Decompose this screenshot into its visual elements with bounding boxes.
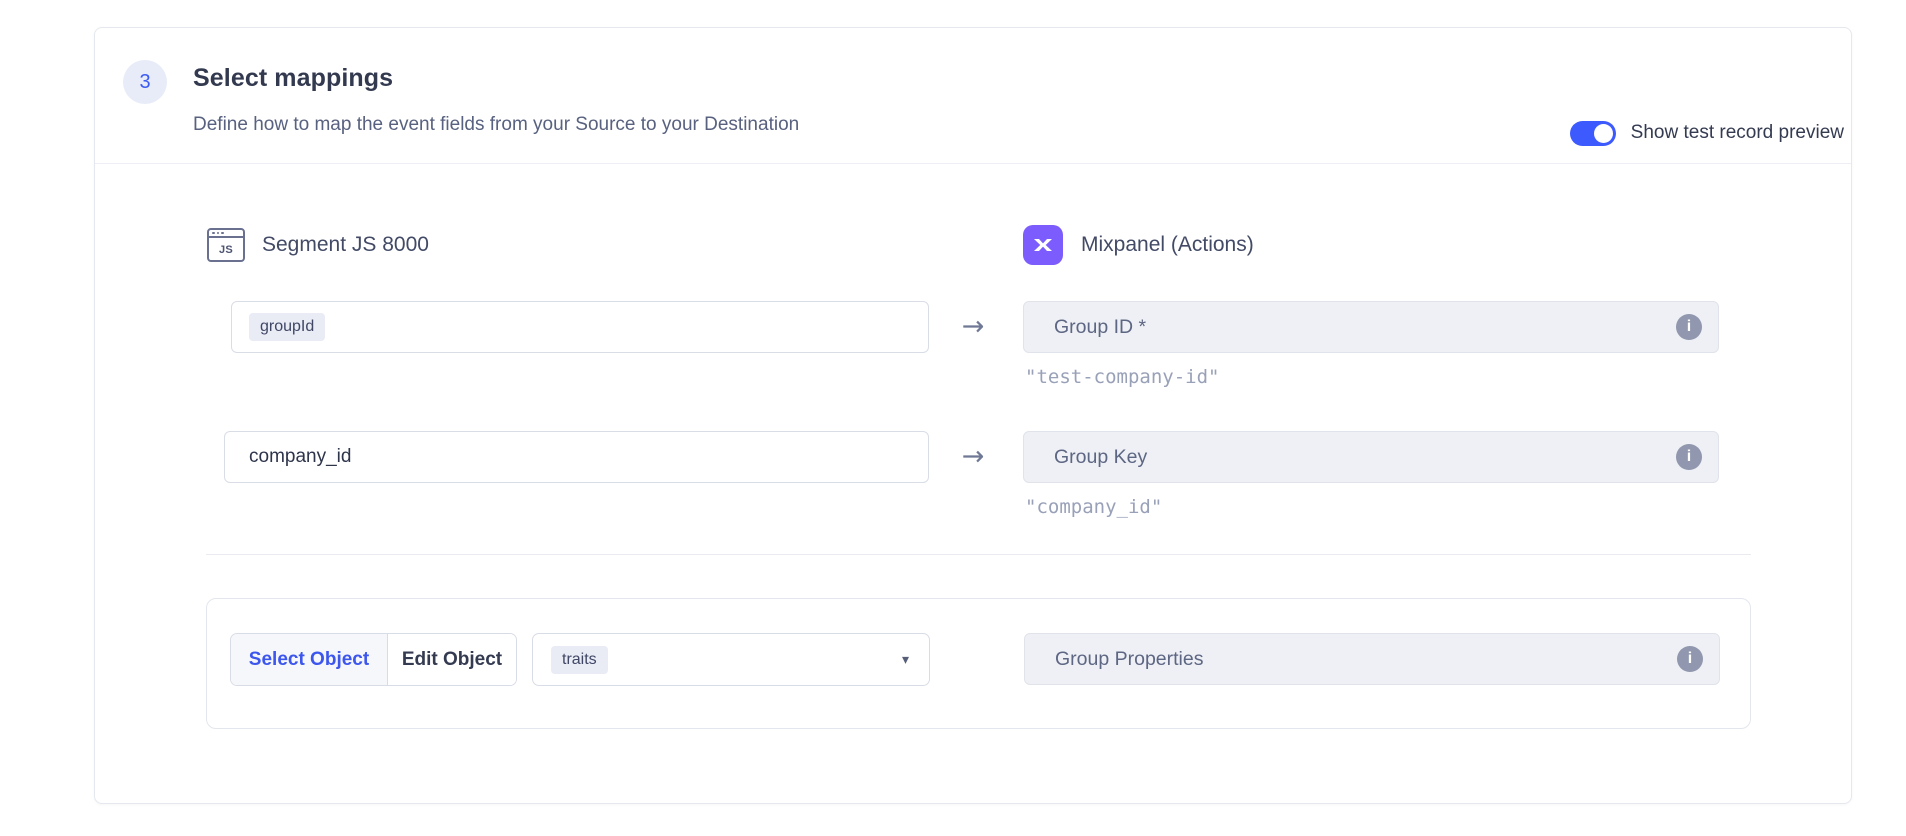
section-divider [206, 554, 1751, 555]
info-icon[interactable]: i [1676, 314, 1702, 340]
browser-icon-topbar [209, 230, 243, 238]
source-field-selector-group-id[interactable]: groupId [231, 301, 929, 353]
destination-field-label: Group ID * [1054, 316, 1676, 339]
object-mode-segmented-control: Select Object Edit Object [230, 633, 517, 686]
source-name: Segment JS 8000 [262, 233, 429, 257]
destination-field-label: Group Properties [1055, 648, 1677, 671]
arrow-right-icon: → [950, 301, 996, 353]
select-mappings-card: 3 Select mappings Define how to map the … [94, 27, 1852, 804]
toggle-label: Show test record preview [1631, 122, 1844, 144]
select-object-button[interactable]: Select Object [231, 634, 388, 685]
page-title: Select mappings [193, 64, 393, 93]
test-preview-value: "test-company-id" [1025, 366, 1219, 388]
mixpanel-icon [1023, 225, 1063, 265]
object-source-dropdown[interactable]: traits ▾ [532, 633, 930, 686]
destination-field-group-properties[interactable]: Group Properties i [1024, 633, 1720, 685]
source-field-chip[interactable]: groupId [249, 313, 325, 341]
object-mapping-box: Select Object Edit Object traits ▾ → Gro… [206, 598, 1751, 729]
step-number-badge: 3 [123, 60, 167, 104]
object-source-chip[interactable]: traits [551, 646, 608, 674]
test-record-preview-toggle-group: Show test record preview [1570, 118, 1844, 148]
info-icon[interactable]: i [1677, 646, 1703, 672]
page-subtitle: Define how to map the event fields from … [193, 114, 799, 136]
destination-field-group-key[interactable]: Group Key i [1023, 431, 1719, 483]
test-preview-value: "company_id" [1025, 496, 1162, 518]
toggle-knob-icon [1594, 124, 1613, 143]
destination-header: Mixpanel (Actions) [1023, 223, 1254, 267]
arrow-right-icon: → [950, 431, 996, 483]
edit-object-button[interactable]: Edit Object [388, 634, 516, 685]
source-field-input-group-key[interactable] [224, 431, 929, 483]
destination-name: Mixpanel (Actions) [1081, 233, 1254, 257]
info-icon[interactable]: i [1676, 444, 1702, 470]
destination-field-group-id[interactable]: Group ID * i [1023, 301, 1719, 353]
source-header: JS Segment JS 8000 [207, 223, 429, 267]
destination-field-label: Group Key [1054, 446, 1676, 469]
mappings-page: 3 Select mappings Define how to map the … [0, 0, 1906, 836]
show-test-record-preview-toggle[interactable] [1570, 121, 1616, 146]
header-divider [95, 163, 1851, 164]
js-icon-label: JS [209, 240, 243, 260]
browser-js-icon: JS [207, 228, 245, 262]
chevron-down-icon: ▾ [902, 652, 909, 668]
source-field-text-input[interactable] [225, 432, 928, 482]
